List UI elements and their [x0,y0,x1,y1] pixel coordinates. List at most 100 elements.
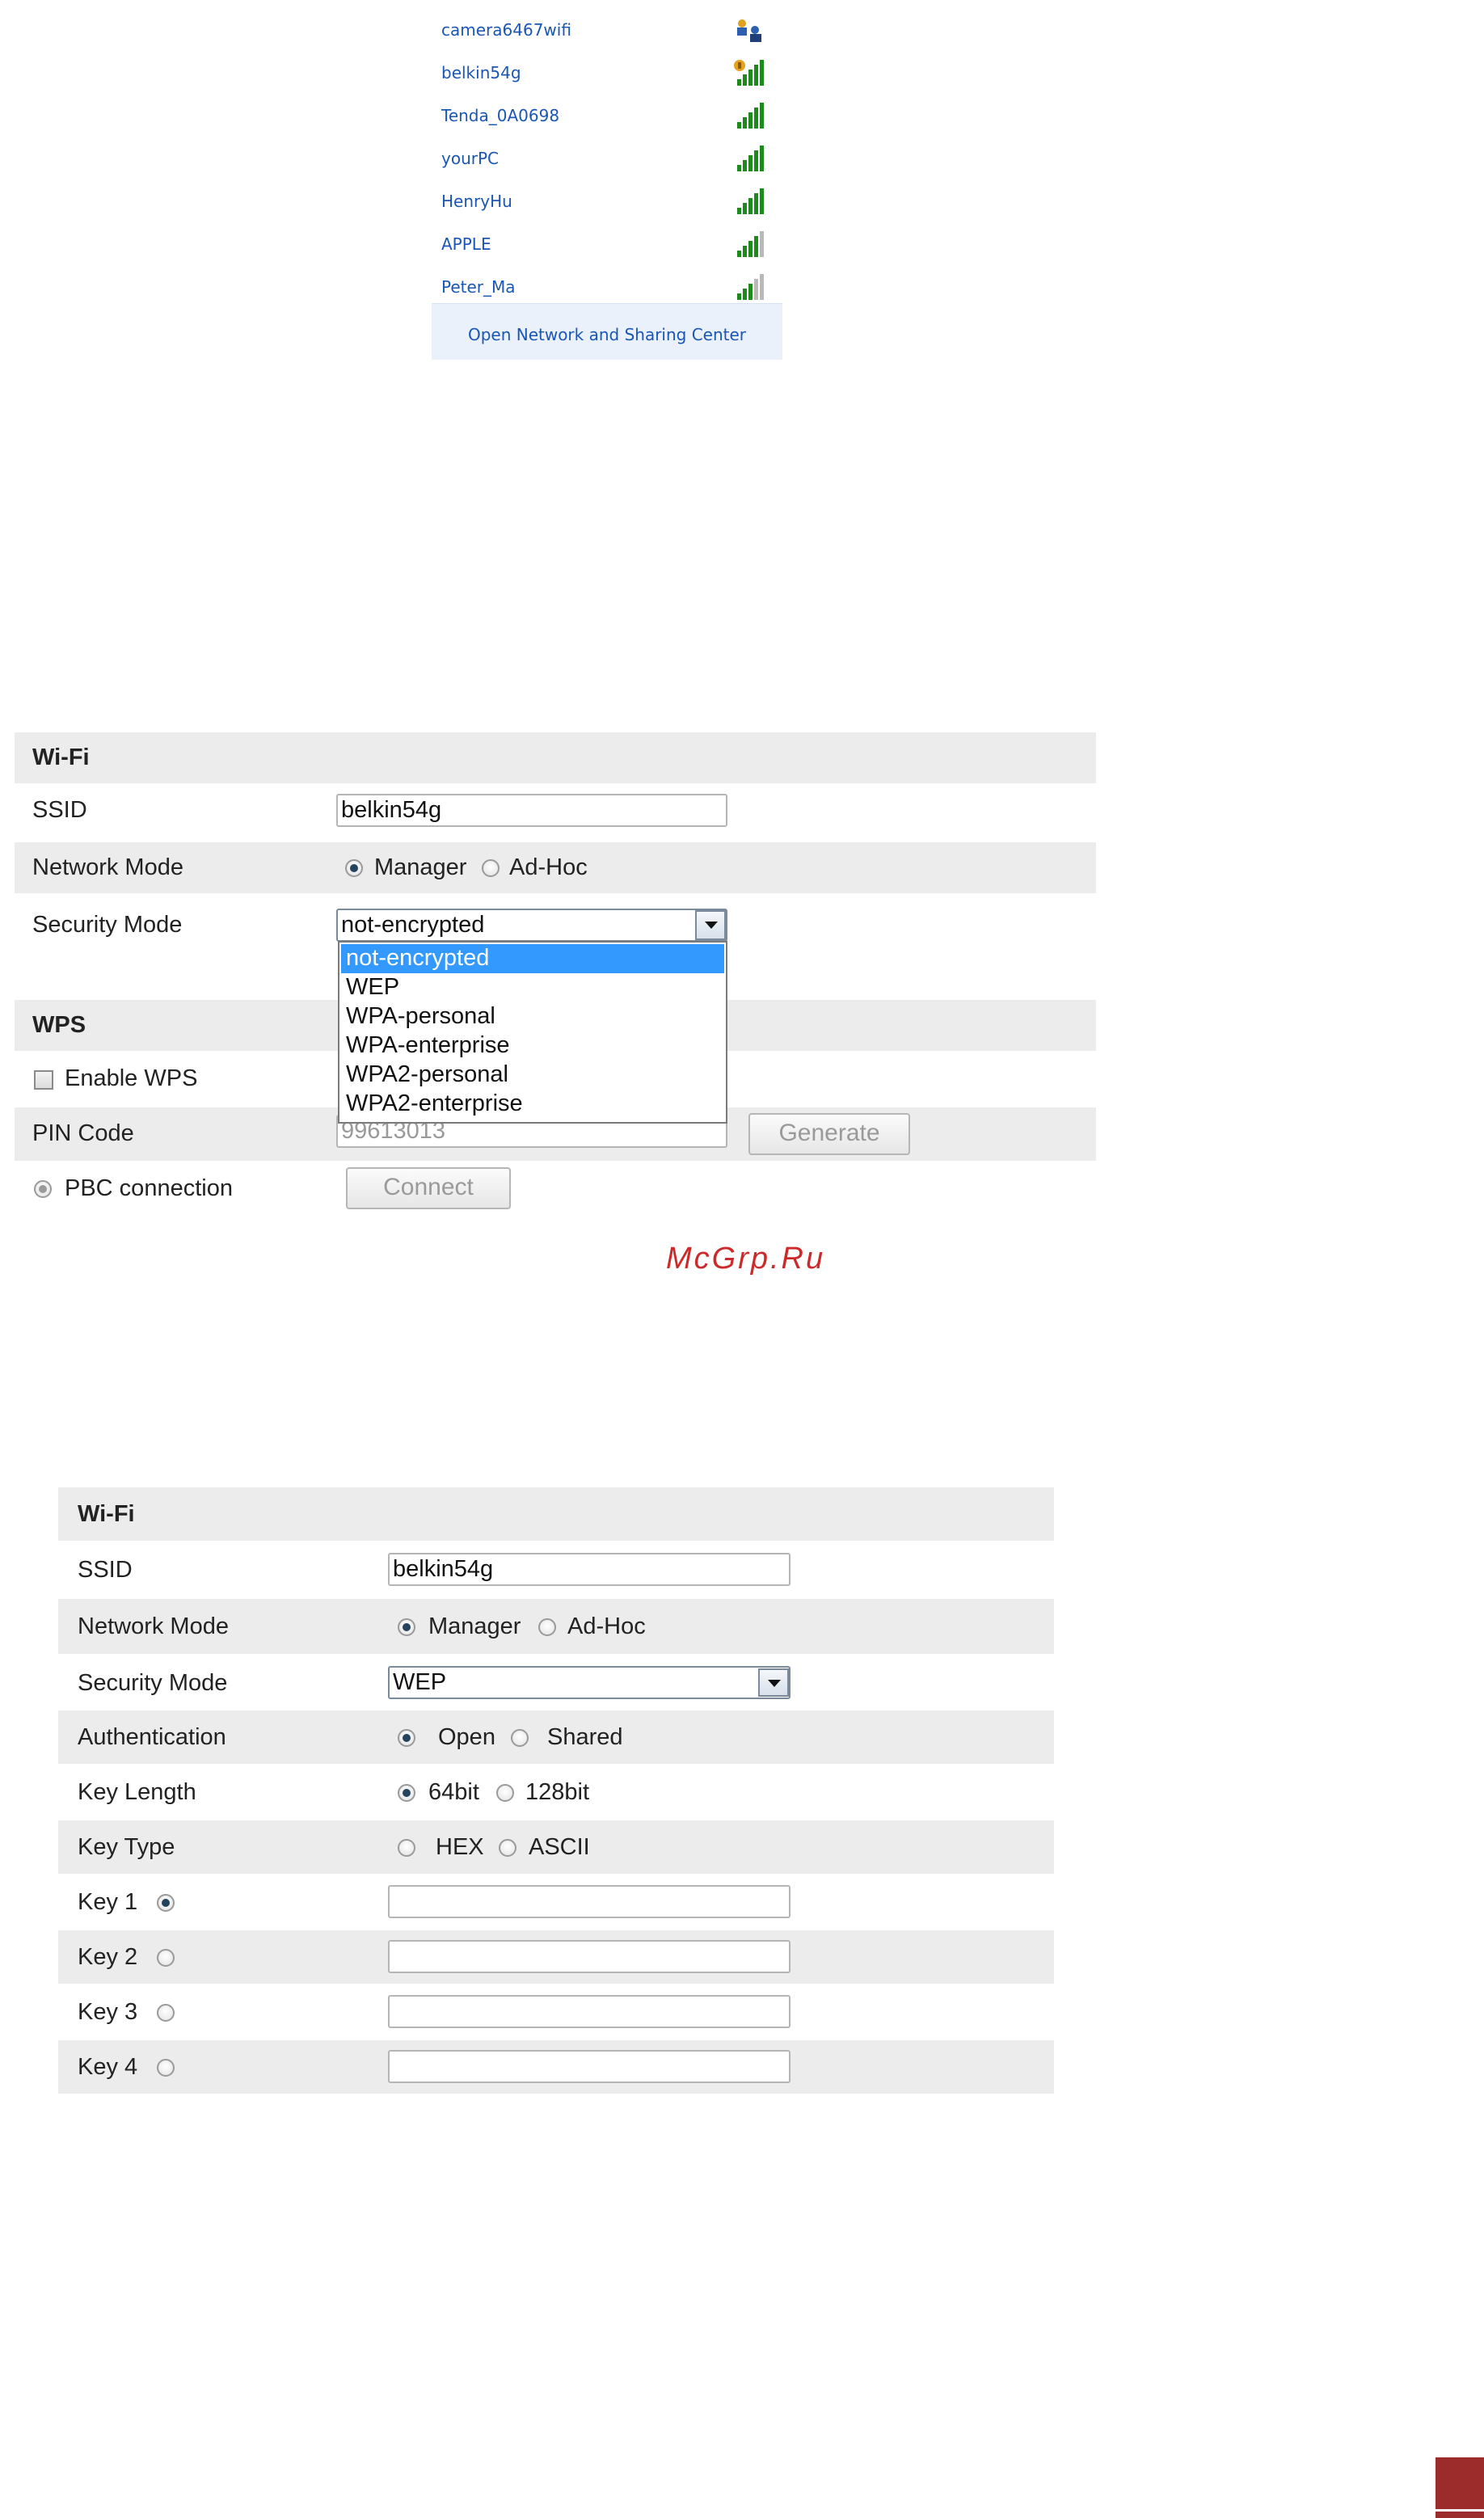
key4-label: Key 4 [78,2054,138,2080]
key-type-row: Key Type HEX ASCII [58,1820,1054,1874]
network-mode-label: Network Mode [32,854,183,880]
key1-input[interactable] [388,1885,790,1918]
network-name: camera6467wifi [441,20,571,40]
key2-radio[interactable] [157,1949,175,1967]
ascii-radio[interactable] [499,1839,516,1857]
manager-radio[interactable] [398,1618,415,1636]
signal-bars-icon [737,274,764,300]
network-name: HenryHu [441,192,512,211]
key2-input[interactable] [388,1940,790,1973]
authentication-label: Authentication [78,1724,226,1750]
pin-code-label: PIN Code [32,1120,134,1146]
security-mode-select[interactable]: WEP [388,1666,790,1699]
network-name: yourPC [441,149,499,168]
enable-wps-label: Enable WPS [65,1065,198,1091]
wifi-section-header: Wi-Fi [15,732,1096,783]
ssid-row: SSID belkin54g [58,1541,1054,1599]
adhoc-label: Ad-Hoc [567,1613,646,1639]
ssid-label: SSID [32,797,87,823]
security-mode-value: WEP [393,1669,447,1695]
watermark: McGrp.Ru [666,1242,826,1276]
64bit-radio[interactable] [398,1784,415,1802]
manager-radio[interactable] [345,859,363,877]
network-mode-row: Network Mode Manager Ad-Hoc [58,1599,1054,1654]
authentication-row: Authentication Open Shared [58,1710,1054,1764]
adhoc-label: Ad-Hoc [509,854,588,880]
security-option[interactable]: WEP [341,973,724,1002]
key1-radio[interactable] [157,1894,175,1912]
key2-label: Key 2 [78,1944,138,1970]
key1-row: Key 1 [58,1874,1054,1930]
open-radio[interactable] [398,1729,415,1747]
manager-label: Manager [374,854,467,880]
network-item[interactable]: camera6467wifi [432,11,782,53]
network-item[interactable]: Tenda_0A0698 [432,96,782,139]
128bit-label: 128bit [525,1779,590,1805]
key1-label: Key 1 [78,1889,138,1915]
network-item[interactable]: yourPC [432,139,782,182]
manager-label: Manager [428,1613,521,1639]
security-mode-value: not-encrypted [341,912,485,938]
security-option[interactable]: WPA2-personal [341,1061,724,1090]
ssid-input[interactable]: belkin54g [336,794,727,827]
ssid-input[interactable]: belkin54g [388,1553,790,1586]
ssid-row: SSID belkin54g [15,783,1096,837]
security-option[interactable]: WPA2-enterprise [341,1090,724,1119]
network-name: Tenda_0A0698 [441,106,560,125]
secured-signal-icon [734,60,764,86]
128bit-radio[interactable] [496,1784,514,1802]
network-item[interactable]: belkin54g [432,53,782,96]
security-option[interactable]: not-encrypted [341,944,724,973]
wireless-network-list: camera6467wifi belkin54g Tenda_0A0698 yo… [432,0,782,360]
pbc-row: PBC connection Connect [15,1161,1096,1217]
key3-row: Key 3 [58,1984,1054,2040]
wps-section-title: WPS [32,1012,86,1038]
ascii-label: ASCII [529,1834,590,1860]
hex-label: HEX [436,1834,484,1860]
shared-radio[interactable] [511,1729,529,1747]
network-name: APPLE [441,234,491,254]
network-footer: Open Network and Sharing Center [432,303,782,360]
signal-bars-icon [737,188,764,214]
network-mode-row: Network Mode Manager Ad-Hoc [15,842,1096,893]
adhoc-radio[interactable] [538,1618,556,1636]
open-label: Open [438,1724,495,1750]
key4-radio[interactable] [157,2059,175,2077]
wifi-section-title: Wi-Fi [78,1501,135,1527]
key-length-row: Key Length 64bit 128bit [58,1764,1054,1820]
security-mode-select[interactable]: not-encrypted [336,909,727,942]
pbc-radio[interactable] [34,1180,52,1198]
security-option[interactable]: WPA-enterprise [341,1031,724,1061]
open-network-sharing-center-link[interactable]: Open Network and Sharing Center [432,325,782,344]
key3-radio[interactable] [157,2004,175,2022]
security-mode-row: Security Mode WEP [58,1654,1054,1710]
page-corner-divider [1436,2509,1484,2512]
chevron-down-icon[interactable] [758,1668,789,1697]
wifi-settings-panel-wep: Wi-Fi SSID belkin54g Network Mode Manage… [58,1487,1054,2105]
adhoc-radio[interactable] [482,859,500,877]
hex-radio[interactable] [398,1839,415,1857]
enable-wps-checkbox[interactable] [34,1070,53,1090]
chevron-down-icon[interactable] [695,910,726,940]
64bit-label: 64bit [428,1779,479,1805]
shared-network-icon [737,19,761,42]
key-length-label: Key Length [78,1779,196,1805]
key3-label: Key 3 [78,1999,138,2025]
ssid-label: SSID [78,1557,133,1583]
pbc-label: PBC connection [65,1175,233,1201]
security-mode-label: Security Mode [32,912,183,938]
wifi-section-header: Wi-Fi [58,1487,1054,1541]
network-item[interactable]: HenryHu [432,182,782,225]
wifi-section-title: Wi-Fi [32,744,90,770]
signal-bars-icon [737,103,764,129]
security-option[interactable]: WPA-personal [341,1002,724,1031]
key4-input[interactable] [388,2050,790,2083]
generate-button[interactable]: Generate [748,1113,910,1155]
security-mode-dropdown: not-encrypted WEP WPA-personal WPA-enter… [338,941,727,1124]
security-mode-label: Security Mode [78,1670,228,1696]
network-item[interactable]: APPLE [432,225,782,268]
shared-label: Shared [547,1724,623,1750]
network-name: belkin54g [441,63,521,82]
key3-input[interactable] [388,1995,790,2028]
connect-button[interactable]: Connect [346,1167,511,1209]
